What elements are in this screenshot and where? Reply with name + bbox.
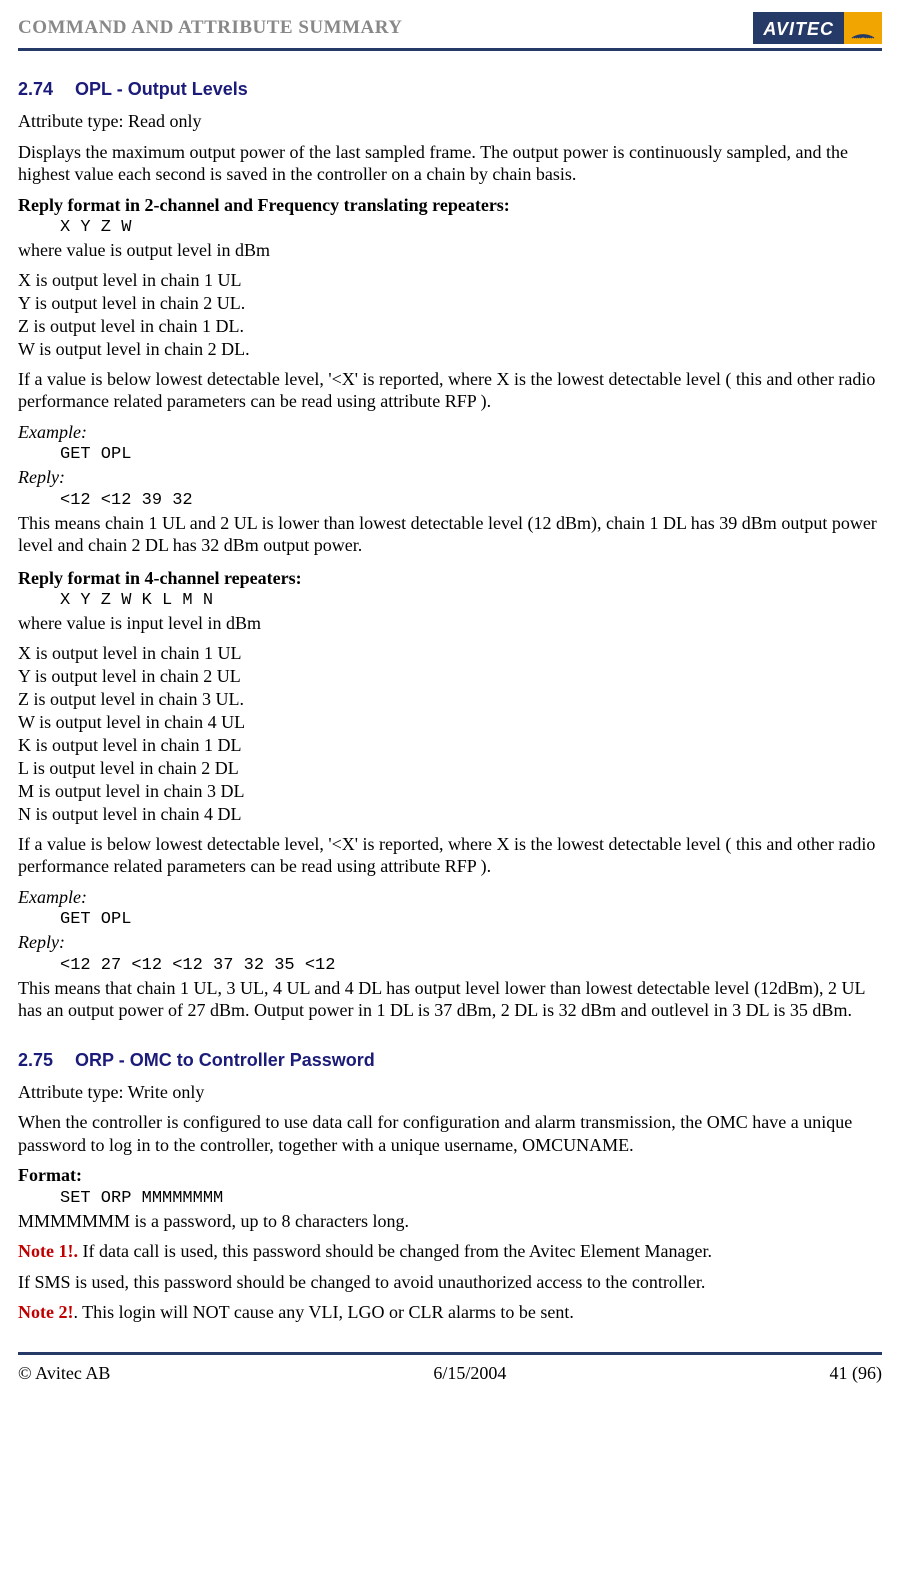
note-1: Note 1!. If data call is used, this pass… — [18, 1240, 882, 1263]
section-intro-2: When the controller is configured to use… — [18, 1111, 882, 1156]
section-intro: Displays the maximum output power of the… — [18, 141, 882, 186]
reply-code-2: <12 27 <12 <12 37 32 35 <12 — [60, 956, 882, 975]
footer-left: © Avitec AB — [18, 1363, 110, 1384]
channel-4-definitions: X is output level in chain 1 UL Y is out… — [18, 643, 882, 825]
footer-center: 6/15/2004 — [433, 1363, 506, 1384]
format-label: Format: — [18, 1164, 882, 1187]
reply-label-1: Reply: — [18, 466, 882, 489]
section-heading-orp: 2.75 ORP - OMC to Controller Password — [18, 1050, 882, 1071]
reply-label-2: Reply: — [18, 931, 882, 954]
note-2: Note 2!. This login will NOT cause any V… — [18, 1301, 882, 1324]
channel-2-definitions: X is output level in chain 1 UL Y is out… — [18, 270, 882, 360]
reply-format-2ch-code: X Y Z W — [60, 218, 882, 237]
reply-explain-2: This means that chain 1 UL, 3 UL, 4 UL a… — [18, 977, 882, 1022]
attribute-type-2: Attribute type: Write only — [18, 1081, 882, 1104]
brand-logo: AVITEC — [753, 12, 882, 44]
section-number-2: 2.75 — [18, 1050, 53, 1070]
page-header: COMMAND AND ATTRIBUTE SUMMARY AVITEC — [18, 12, 882, 51]
reply-explain-1: This means chain 1 UL and 2 UL is lower … — [18, 512, 882, 557]
below-detect-4ch: If a value is below lowest detectable le… — [18, 833, 882, 878]
header-title: COMMAND AND ATTRIBUTE SUMMARY — [18, 17, 403, 39]
reply-format-2ch-label: Reply format in 2-channel and Frequency … — [18, 194, 882, 217]
reply-format-4ch-code: X Y Z W K L M N — [60, 591, 882, 610]
note-2-text: . This login will NOT cause any VLI, LGO… — [73, 1302, 573, 1322]
reply-format-2ch-where: where value is output level in dBm — [18, 239, 882, 262]
def4-z: Z is output level in chain 3 UL. — [18, 689, 882, 710]
below-detect-2ch: If a value is below lowest detectable le… — [18, 368, 882, 413]
section-heading-opl: 2.74 OPL - Output Levels — [18, 79, 882, 100]
def4-y: Y is output level in chain 2 UL — [18, 666, 882, 687]
def-w: W is output level in chain 2 DL. — [18, 339, 882, 360]
note-2-label: Note 2! — [18, 1302, 73, 1322]
reply-code-1: <12 <12 39 32 — [60, 491, 882, 510]
reply-format-4ch-label: Reply format in 4-channel repeaters: — [18, 567, 882, 590]
example-label-2: Example: — [18, 886, 882, 909]
note-1-label: Note 1!. — [18, 1241, 78, 1261]
footer-right: 41 (96) — [829, 1363, 882, 1384]
def4-l: L is output level in chain 2 DL — [18, 758, 882, 779]
note-1-text: If data call is used, this password shou… — [78, 1241, 712, 1261]
example-label-1: Example: — [18, 421, 882, 444]
section-title-2: ORP - OMC to Controller Password — [75, 1050, 375, 1070]
format-code: SET ORP MMMMMMMM — [60, 1189, 882, 1208]
attribute-type: Attribute type: Read only — [18, 110, 882, 133]
def4-x: X is output level in chain 1 UL — [18, 643, 882, 664]
example-code-1: GET OPL — [60, 445, 882, 464]
section-title: OPL - Output Levels — [75, 79, 248, 99]
format-explain: MMMMMMM is a password, up to 8 character… — [18, 1210, 882, 1233]
def4-k: K is output level in chain 1 DL — [18, 735, 882, 756]
sms-text: If SMS is used, this password should be … — [18, 1271, 882, 1294]
page-footer: © Avitec AB 6/15/2004 41 (96) — [18, 1352, 882, 1384]
example-code-2: GET OPL — [60, 910, 882, 929]
def-y: Y is output level in chain 2 UL. — [18, 293, 882, 314]
def4-m: M is output level in chain 3 DL — [18, 781, 882, 802]
reply-format-4ch-where: where value is input level in dBm — [18, 612, 882, 635]
def4-w: W is output level in chain 4 UL — [18, 712, 882, 733]
brand-logo-icon — [844, 12, 882, 44]
def-z: Z is output level in chain 1 DL. — [18, 316, 882, 337]
def4-n: N is output level in chain 4 DL — [18, 804, 882, 825]
section-number: 2.74 — [18, 79, 53, 99]
brand-logo-text: AVITEC — [753, 12, 844, 44]
def-x: X is output level in chain 1 UL — [18, 270, 882, 291]
